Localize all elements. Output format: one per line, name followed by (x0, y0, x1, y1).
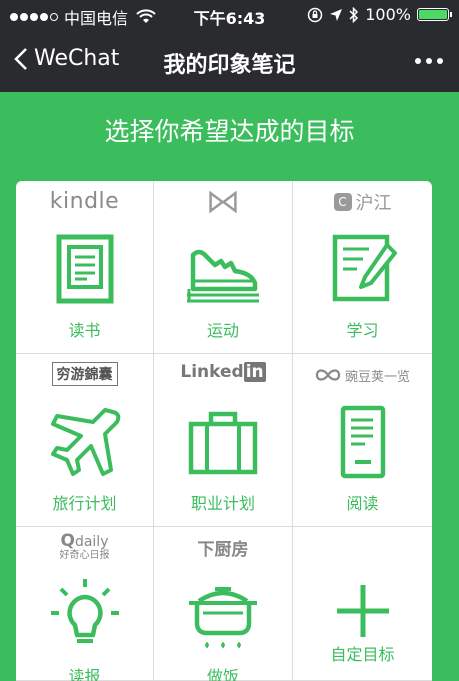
goal-label: 做饭 (206, 667, 239, 681)
goal-label: 学习 (346, 321, 379, 340)
sneaker-icon (187, 249, 259, 303)
plus-icon (336, 585, 389, 637)
qdaily-tagline: 好奇心日报 (59, 550, 110, 561)
tablet-icon (340, 405, 385, 479)
goal-reading[interactable]: 豌豆荚一览 阅读 (293, 354, 432, 527)
qdaily-logo: Qdaily 好奇心日报 (16, 533, 153, 562)
goal-newspaper[interactable]: Qdaily 好奇心日报 读报 (16, 527, 154, 681)
linkedin-logo: Linked in (154, 362, 292, 388)
goal-label: 旅行计划 (52, 494, 117, 513)
notebook-pen-icon (332, 234, 397, 302)
qyer-wordmark: 穷游錦囊 (51, 362, 118, 386)
navigation-bar: WeChat 我的印象笔记 (0, 30, 459, 92)
bluetooth-icon (349, 6, 359, 23)
status-bar: 中国电信 下午6:43 100% (0, 0, 459, 30)
goal-career-plan[interactable]: Linked in 职业计划 (154, 354, 293, 527)
qdaily-q-icon: Q (60, 531, 75, 551)
goal-study[interactable]: C 沪江 学习 (293, 181, 432, 354)
kindle-logo: kindle (49, 189, 120, 214)
airplane-icon (50, 408, 120, 476)
hujiang-badge-icon: C (333, 193, 352, 211)
goal-reading-books[interactable]: kindle 读书 (16, 181, 154, 354)
goal-travel-plan[interactable]: 穷游錦囊 旅行计划 (16, 354, 154, 527)
goal-grid: kindle 读书 运动 C 沪江 学习 穷游錦囊 旅行计划 Linked in… (16, 181, 432, 681)
more-icon-dot (437, 58, 443, 64)
qyer-logo: 穷游錦囊 (16, 362, 153, 388)
xiachufang-logo: 下厨房 (197, 540, 249, 560)
cooking-pot-icon (189, 587, 257, 648)
lightbulb-icon (50, 579, 119, 643)
hujiang-wordmark: 沪江 (355, 193, 392, 214)
more-options-button[interactable] (415, 58, 443, 64)
location-arrow-icon (330, 8, 343, 21)
more-icon-dot (426, 58, 432, 64)
infinity-icon (315, 369, 341, 381)
goal-label: 读书 (68, 321, 101, 340)
more-icon-dot (415, 58, 421, 64)
goal-label: 运动 (206, 321, 239, 340)
goal-label: 读报 (68, 667, 101, 681)
linkedin-in-badge: in (243, 362, 266, 382)
battery-icon (417, 8, 452, 21)
goal-label: 职业计划 (190, 494, 255, 513)
wandoujia-logo: 豌豆荚一览 (293, 362, 432, 388)
goal-exercise[interactable]: 运动 (154, 181, 293, 354)
bowtie-logo (209, 190, 237, 214)
rotation-lock-icon (308, 7, 323, 22)
hujiang-logo: C 沪江 (293, 189, 432, 215)
page-title: 我的印象笔记 (163, 53, 296, 78)
wandoujia-wordmark: 豌豆荚一览 (344, 369, 410, 385)
goal-label: 阅读 (346, 494, 379, 513)
linkedin-wordmark: Linked (180, 362, 244, 382)
goal-custom[interactable]: 自定目标 (293, 527, 432, 681)
qdaily-wordmark: daily (74, 534, 109, 550)
goal-prompt: 选择你希望达成的目标 (104, 117, 355, 146)
goal-cooking[interactable]: 下厨房 做饭 (154, 527, 293, 681)
goal-label: 自定目标 (330, 645, 395, 664)
battery-percent: 100% (365, 5, 411, 24)
book-icon (56, 234, 113, 304)
briefcase-icon (188, 411, 258, 475)
